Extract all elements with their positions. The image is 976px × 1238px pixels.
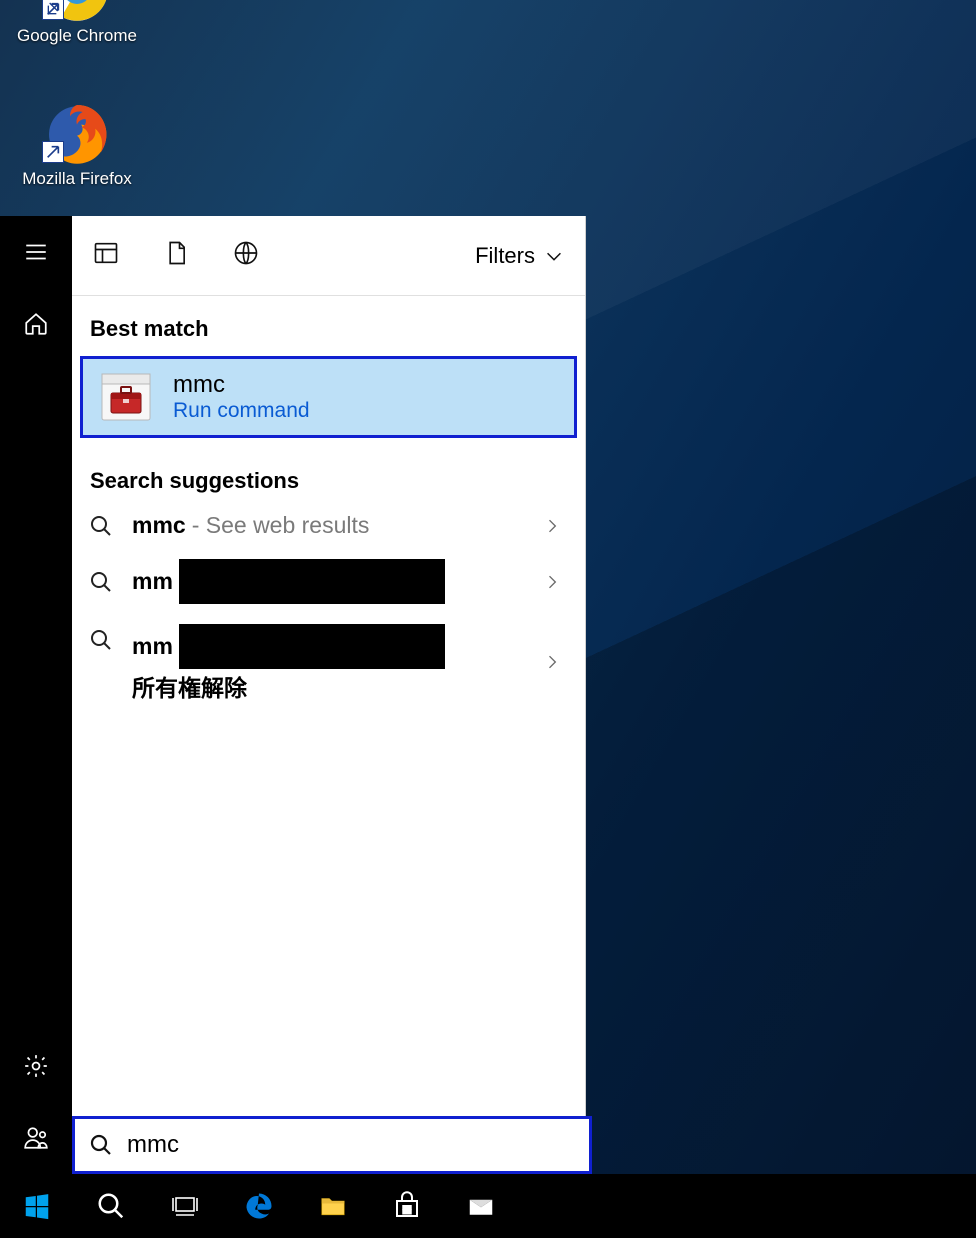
home-icon <box>23 311 49 337</box>
hamburger-button[interactable] <box>0 216 72 288</box>
suggestion-term: mm <box>132 633 173 661</box>
suggestion-tail: 所有権解除 <box>132 675 247 703</box>
taskbar-store[interactable] <box>370 1174 444 1238</box>
redacted-text <box>179 559 445 604</box>
suggestion-term: mm <box>132 568 173 596</box>
search-icon <box>89 628 113 652</box>
chevron-right-icon <box>542 516 562 536</box>
folder-icon <box>318 1191 348 1221</box>
user-button[interactable] <box>0 1102 72 1174</box>
best-match-header: Best match <box>72 296 585 350</box>
globe-icon <box>232 239 260 267</box>
chrome-icon <box>42 0 112 20</box>
best-match-title: mmc <box>173 371 310 399</box>
search-scope-tabs: Filters <box>72 216 585 296</box>
taskbar-search-button[interactable] <box>74 1174 148 1238</box>
search-input[interactable] <box>127 1131 575 1159</box>
desktop-icon-label: Google Chrome <box>12 26 142 46</box>
search-suggestion[interactable]: mmc - See web results <box>72 502 585 549</box>
suggestion-hint: - See web results <box>192 512 370 539</box>
search-results-panel: Filters Best match mmc Run command Searc… <box>72 216 586 1116</box>
chevron-right-icon <box>542 572 562 592</box>
document-icon <box>162 239 190 267</box>
search-input-container[interactable] <box>72 1116 592 1174</box>
search-icon <box>89 514 113 538</box>
start-left-rail <box>0 216 72 1174</box>
search-icon <box>96 1191 126 1221</box>
best-match-result[interactable]: mmc Run command <box>80 356 577 438</box>
edge-icon <box>244 1191 274 1221</box>
search-suggestion[interactable]: mm 所有権解除 <box>72 614 585 713</box>
task-view-icon <box>170 1191 200 1221</box>
best-match-subtitle: Run command <box>173 399 310 423</box>
task-view-button[interactable] <box>148 1174 222 1238</box>
hamburger-icon <box>23 239 49 265</box>
desktop-icon-chrome[interactable]: Google Chrome <box>12 0 142 46</box>
mail-icon <box>466 1191 496 1221</box>
store-icon <box>392 1191 422 1221</box>
tab-web[interactable] <box>232 239 260 272</box>
filters-dropdown[interactable]: Filters <box>475 243 565 269</box>
chevron-down-icon <box>543 245 565 267</box>
desktop-icon-firefox[interactable]: Mozilla Firefox <box>12 98 142 189</box>
gear-icon <box>23 1053 49 1079</box>
search-suggestion[interactable]: mm <box>72 549 585 614</box>
start-button[interactable] <box>0 1174 74 1238</box>
taskbar-mail[interactable] <box>444 1174 518 1238</box>
user-icon <box>23 1125 49 1151</box>
redacted-text <box>179 624 445 669</box>
search-icon <box>89 570 113 594</box>
suggestions-header: Search suggestions <box>72 448 585 502</box>
taskbar-edge[interactable] <box>222 1174 296 1238</box>
taskbar-file-explorer[interactable] <box>296 1174 370 1238</box>
apps-icon <box>92 239 120 267</box>
suggestion-term: mmc <box>132 512 186 539</box>
windows-icon <box>22 1191 52 1221</box>
search-icon <box>89 1132 113 1158</box>
home-button[interactable] <box>0 288 72 360</box>
shortcut-arrow-icon <box>42 141 64 163</box>
filters-label: Filters <box>475 243 535 269</box>
shortcut-arrow-icon <box>42 0 64 20</box>
tab-documents[interactable] <box>162 239 190 272</box>
firefox-icon <box>42 98 112 163</box>
desktop-icon-label: Mozilla Firefox <box>12 169 142 189</box>
chevron-right-icon <box>542 652 562 672</box>
taskbar <box>0 1174 976 1238</box>
settings-button[interactable] <box>0 1030 72 1102</box>
tab-apps[interactable] <box>92 239 120 272</box>
mmc-icon <box>101 373 151 421</box>
